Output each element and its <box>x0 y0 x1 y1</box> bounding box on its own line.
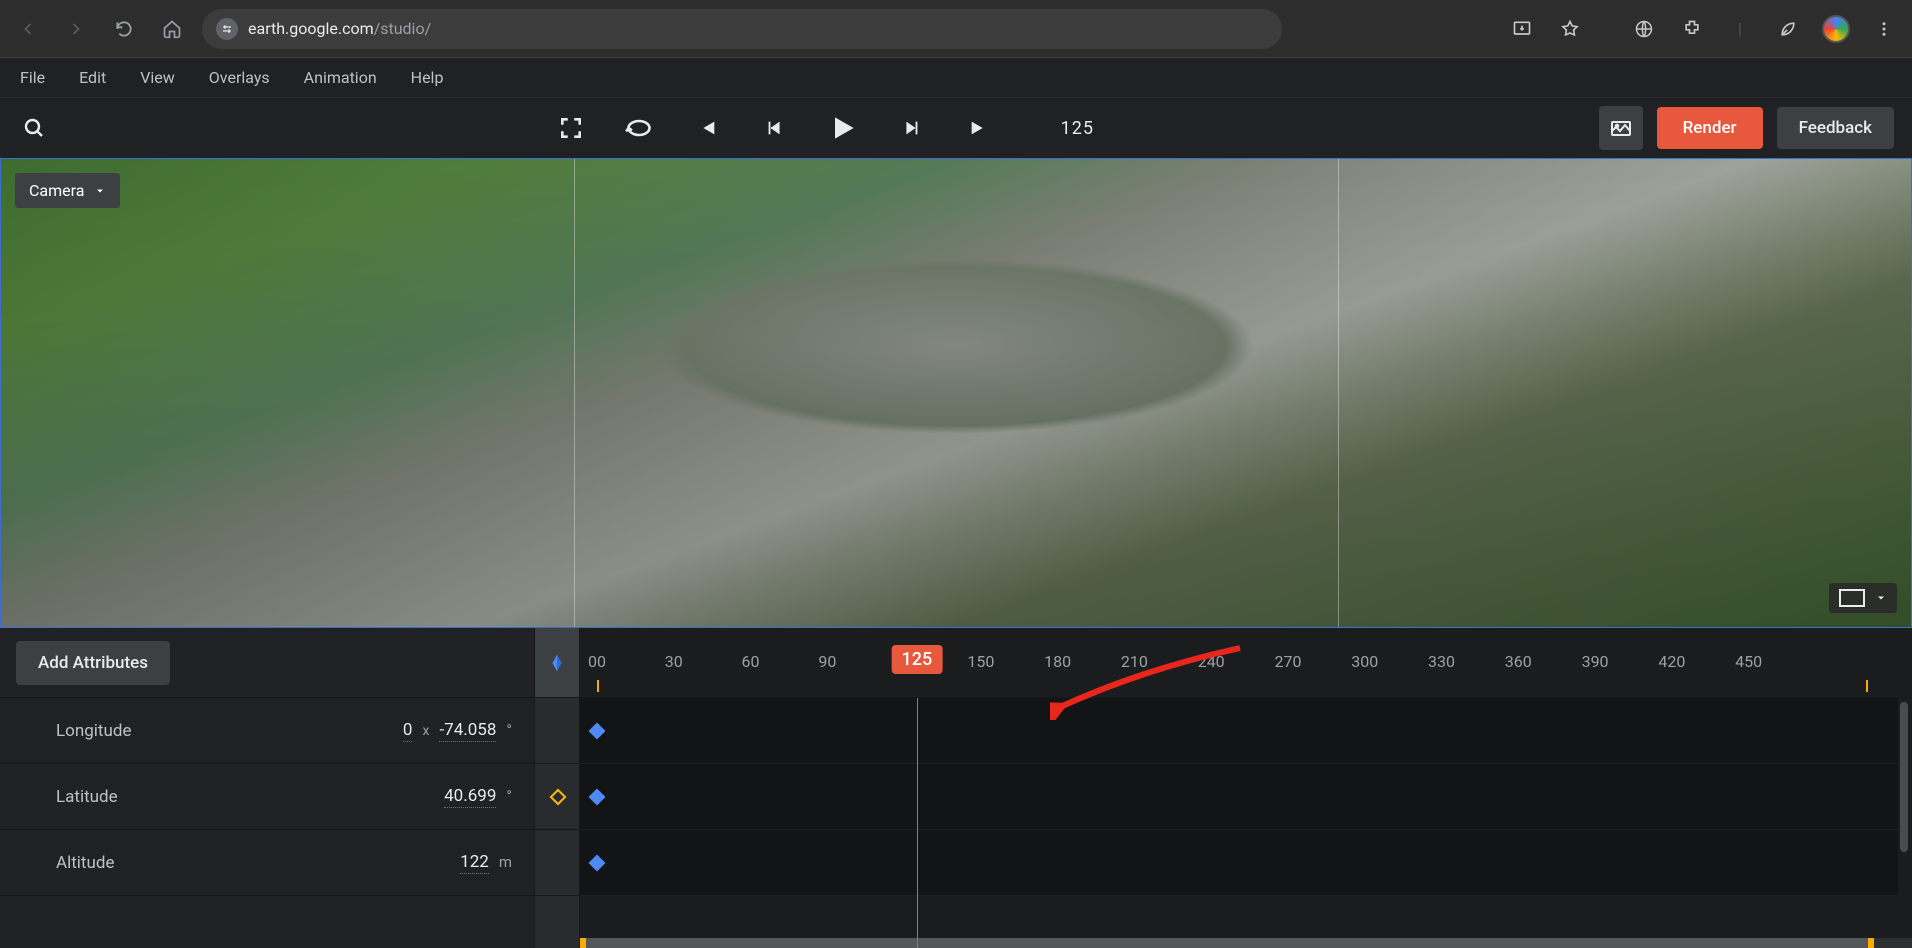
feedback-button[interactable]: Feedback <box>1777 107 1894 149</box>
attribute-row-latitude[interactable]: Latitude 40.699 ° <box>0 764 534 830</box>
loop-icon[interactable] <box>623 112 655 144</box>
attribute-label: Altitude <box>56 853 460 873</box>
attribute-unit: ° <box>506 787 512 805</box>
ruler-tick: 30 <box>665 652 683 671</box>
timeline-scrollbar[interactable] <box>1900 702 1908 852</box>
keyframe-toggle-altitude[interactable] <box>535 830 581 896</box>
ruler-tick: 330 <box>1428 652 1455 671</box>
aspect-dropdown[interactable] <box>1829 583 1897 613</box>
ruler-tick: 270 <box>1274 652 1301 671</box>
step-back-icon[interactable] <box>759 112 791 144</box>
ruler-tick: 420 <box>1658 652 1685 671</box>
ruler-tick: 450 <box>1735 652 1762 671</box>
profile-avatar[interactable] <box>1818 11 1854 47</box>
timeline-tracks[interactable]: 00 30 60 90 150 180 210 240 270 300 330 360 390 420 45… <box>580 628 1912 948</box>
timeline-panel: Add Attributes Longitude 0 x -74.058 ° <box>0 628 1912 948</box>
keyframe-master-toggle[interactable] <box>535 628 579 698</box>
safe-guide-right <box>1338 159 1339 627</box>
ruler-tick: 150 <box>967 652 994 671</box>
timeline-ruler[interactable]: 00 30 60 90 150 180 210 240 270 300 330 360 390 420 45… <box>580 628 1912 698</box>
out-marker[interactable] <box>1866 680 1868 692</box>
attribute-unit: ° <box>506 721 512 739</box>
in-marker[interactable] <box>597 680 599 692</box>
url-text: earth.google.com/studio/ <box>248 19 431 38</box>
back-icon[interactable] <box>10 11 46 47</box>
camera-dropdown-label: Camera <box>29 181 84 200</box>
forward-icon[interactable] <box>58 11 94 47</box>
menu-help[interactable]: Help <box>411 68 444 87</box>
attribute-value[interactable]: 40.699 <box>444 786 496 808</box>
map-viewport[interactable]: Camera <box>0 158 1912 628</box>
ruler-tick: 180 <box>1044 652 1071 671</box>
range-bar[interactable] <box>586 938 1868 948</box>
skip-start-icon[interactable] <box>691 112 723 144</box>
extensions-icon[interactable] <box>1674 11 1710 47</box>
app-menu-bar: File Edit View Overlays Animation Help <box>0 58 1912 98</box>
ruler-tick: 00 <box>588 652 606 671</box>
range-strip[interactable] <box>580 938 1912 948</box>
ruler-tick: 360 <box>1505 652 1532 671</box>
chevron-down-icon <box>1875 592 1887 604</box>
attribute-row-longitude[interactable]: Longitude 0 x -74.058 ° <box>0 698 534 764</box>
reload-icon[interactable] <box>106 11 142 47</box>
aerial-imagery <box>1 159 1911 627</box>
snapshot-button[interactable] <box>1599 106 1643 150</box>
keyframe-icon[interactable] <box>589 854 606 871</box>
attribute-value[interactable]: 122 <box>460 852 489 874</box>
menu-view[interactable]: View <box>140 68 175 87</box>
kebab-menu-icon[interactable] <box>1866 11 1902 47</box>
keyframe-icon[interactable] <box>589 788 606 805</box>
playhead-badge[interactable]: 125 <box>892 645 943 674</box>
leaf-icon[interactable] <box>1770 11 1806 47</box>
attribute-prefix-value[interactable]: 0 <box>403 720 413 742</box>
globe-icon[interactable] <box>1626 11 1662 47</box>
ruler-tick: 300 <box>1351 652 1378 671</box>
aspect-icon <box>1839 589 1865 607</box>
ruler-tick: 60 <box>742 652 760 671</box>
playback-toolbar: 125 Render Feedback <box>0 98 1912 158</box>
skip-end-icon[interactable] <box>963 112 995 144</box>
current-frame-counter[interactable]: 125 <box>1061 118 1094 139</box>
attribute-row-altitude[interactable]: Altitude 122 m <box>0 830 534 896</box>
camera-dropdown[interactable]: Camera <box>15 173 120 208</box>
divider: | <box>1722 11 1758 47</box>
attribute-unit: m <box>499 853 512 871</box>
home-icon[interactable] <box>154 11 190 47</box>
ruler-tick: 90 <box>818 652 836 671</box>
keyframe-icon[interactable] <box>589 722 606 739</box>
install-app-icon[interactable] <box>1504 11 1540 47</box>
site-settings-icon[interactable] <box>216 18 238 40</box>
play-icon[interactable] <box>827 112 859 144</box>
menu-file[interactable]: File <box>20 68 45 87</box>
timeline-attributes-column: Add Attributes Longitude 0 x -74.058 ° <box>0 628 580 948</box>
keyframe-toggle-longitude[interactable] <box>535 698 581 764</box>
menu-edit[interactable]: Edit <box>79 68 106 87</box>
playhead-line[interactable] <box>917 698 918 948</box>
bookmark-star-icon[interactable] <box>1552 11 1588 47</box>
menu-overlays[interactable]: Overlays <box>209 68 270 87</box>
ruler-tick: 210 <box>1121 652 1148 671</box>
menu-animation[interactable]: Animation <box>304 68 377 87</box>
safe-guide-left <box>574 159 575 627</box>
track-latitude[interactable] <box>580 764 1898 830</box>
add-attributes-button[interactable]: Add Attributes <box>16 641 170 685</box>
attribute-value[interactable]: -74.058 <box>439 720 496 742</box>
range-out-handle[interactable] <box>1868 938 1874 948</box>
render-button[interactable]: Render <box>1657 107 1763 149</box>
search-icon[interactable] <box>18 112 50 144</box>
track-longitude[interactable] <box>580 698 1898 764</box>
attribute-label: Longitude <box>56 721 403 741</box>
keyframe-toggle-latitude[interactable] <box>535 764 581 830</box>
ruler-tick: 390 <box>1582 652 1609 671</box>
track-altitude[interactable] <box>580 830 1898 896</box>
step-forward-icon[interactable] <box>895 112 927 144</box>
attribute-prefix-unit: x <box>422 723 429 739</box>
chevron-down-icon <box>94 185 106 197</box>
fullscreen-icon[interactable] <box>555 112 587 144</box>
browser-chrome-bar: earth.google.com/studio/ | <box>0 0 1912 58</box>
address-bar[interactable]: earth.google.com/studio/ <box>202 9 1282 49</box>
attribute-label: Latitude <box>56 787 444 807</box>
ruler-tick: 240 <box>1198 652 1225 671</box>
